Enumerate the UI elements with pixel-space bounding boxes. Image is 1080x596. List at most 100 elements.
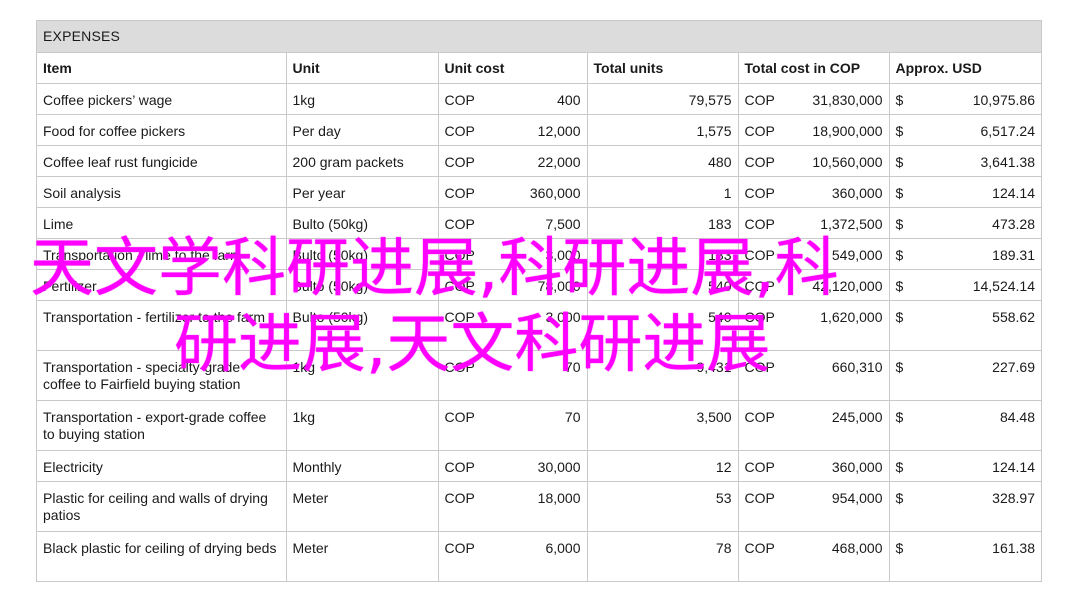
cell-usd: $227.69 xyxy=(889,350,1041,401)
currency-label: COP xyxy=(444,409,475,425)
table-row: Coffee pickers’ wage 1kg COP 400 79,575 COP 31… xyxy=(37,83,1041,115)
cell-usd: $3,641.38 xyxy=(889,145,1041,177)
total-units-value: 1,575 xyxy=(696,123,732,139)
currency-label: COP xyxy=(744,92,775,108)
cell-item: Transportation - fertilizer to the farm xyxy=(37,300,287,351)
header-usd: Approx. USD xyxy=(889,53,1041,84)
cell-total-units: 78 xyxy=(587,531,739,581)
usd-value: 14,524.14 xyxy=(972,278,1035,294)
unit-cost-value: 22,000 xyxy=(537,154,581,170)
currency-label: COP xyxy=(744,540,775,556)
usd-value: 558.62 xyxy=(992,309,1035,325)
cell-total-cost: COP 1,620,000 xyxy=(738,300,890,351)
unit-text: Meter xyxy=(292,540,329,556)
cell-usd: $84.48 xyxy=(889,400,1041,451)
table-row: Lime Bulto (50kg) COP 7,500 183 COP 1,372,500 $… xyxy=(37,207,1041,239)
item-text: Food for coffee pickers xyxy=(43,123,186,139)
currency-label: COP xyxy=(444,123,475,139)
cell-item: Food for coffee pickers xyxy=(37,114,287,146)
item-text: Coffee leaf rust fungicide xyxy=(43,154,198,170)
currency-label: COP xyxy=(744,247,775,263)
table-row: Electricity Monthly COP 30,000 12 COP 360,000 $… xyxy=(37,450,1041,482)
total-units-value: 183 xyxy=(708,247,732,263)
cell-total-units: 53 xyxy=(587,481,739,532)
unit-text: Bulto (50kg) xyxy=(292,278,368,294)
cell-item: Coffee leaf rust fungicide xyxy=(37,145,287,177)
total-units-value: 540 xyxy=(708,278,732,294)
cell-total-units: 12 xyxy=(587,450,739,482)
cell-usd: $6,517.24 xyxy=(889,114,1041,146)
table-row: Transportation - specialty-grade coffee … xyxy=(37,350,1041,401)
dollar-sign: $ xyxy=(895,216,904,232)
cell-usd: $124.14 xyxy=(889,176,1041,208)
cell-unit: 200 gram packets xyxy=(286,145,439,177)
cell-usd: $161.38 xyxy=(889,532,1041,582)
cell-item: Lime xyxy=(37,207,287,239)
total-cost-value: 10,560,000 xyxy=(812,154,883,170)
dollar-sign: $ xyxy=(895,490,904,506)
cell-usd: $10,975.86 xyxy=(889,83,1041,115)
usd-value: 84.48 xyxy=(999,409,1035,425)
table-row: Fertilizer Bulto (50kg) COP 78,000 540 COP 42,… xyxy=(37,269,1041,301)
usd-value: 161.38 xyxy=(992,540,1035,556)
currency-label: COP xyxy=(744,123,775,139)
header-row: Item Unit Unit cost Total units Total co… xyxy=(37,53,1041,84)
currency-label: COP xyxy=(444,490,475,506)
usd-value: 328.97 xyxy=(992,490,1035,506)
total-units-value: 79,575 xyxy=(688,92,732,108)
cell-unit-cost: COP 7,500 xyxy=(438,207,588,239)
cell-total-units: 183 xyxy=(587,238,739,270)
total-cost-value: 468,000 xyxy=(831,540,883,556)
total-units-value: 9,431 xyxy=(696,359,732,375)
currency-label: COP xyxy=(744,185,775,201)
unit-cost-value: 6,000 xyxy=(545,540,581,556)
cell-total-cost: COP 549,000 xyxy=(738,238,890,270)
table-body: Coffee pickers’ wage 1kg COP 400 79,575 COP 31… xyxy=(37,83,1041,582)
dollar-sign: $ xyxy=(895,92,904,108)
cell-unit: Bulto (50kg) xyxy=(286,269,439,301)
currency-label: COP xyxy=(444,92,475,108)
cell-total-units: 3,500 xyxy=(587,400,739,451)
total-units-value: 183 xyxy=(708,216,732,232)
dollar-sign: $ xyxy=(895,359,904,375)
cell-total-cost: COP 954,000 xyxy=(738,481,890,532)
cell-unit: Bulto (50kg) xyxy=(286,300,439,351)
cell-unit: Meter xyxy=(286,531,439,581)
unit-text: 1kg xyxy=(292,359,316,375)
cell-unit: 1kg xyxy=(286,83,439,115)
currency-label: COP xyxy=(744,490,775,506)
item-text: Fertilizer xyxy=(43,278,97,294)
cell-item: Fertilizer xyxy=(37,269,287,301)
dollar-sign: $ xyxy=(895,154,904,170)
cell-total-cost: COP 245,000 xyxy=(738,400,890,451)
cell-total-cost: COP 18,900,000 xyxy=(738,114,890,146)
cell-unit-cost: COP 400 xyxy=(438,83,588,115)
unit-cost-value: 400 xyxy=(557,92,581,108)
item-text: Transportation - export-grade coffee to … xyxy=(43,409,267,442)
total-cost-value: 360,000 xyxy=(831,185,883,201)
cell-total-cost: COP 660,310 xyxy=(738,350,890,401)
cell-total-cost: COP 31,830,000 xyxy=(738,83,890,115)
cell-total-cost: COP 360,000 xyxy=(738,176,890,208)
currency-label: COP xyxy=(444,216,475,232)
total-cost-value: 1,620,000 xyxy=(820,309,883,325)
dollar-sign: $ xyxy=(895,247,904,263)
usd-value: 6,517.24 xyxy=(980,123,1036,139)
header-unit: Unit xyxy=(286,53,439,84)
item-text: Transportation - lime to the farm xyxy=(43,247,242,263)
currency-label: COP xyxy=(744,309,775,325)
expenses-sheet: EXPENSES Item Unit Unit cost Total units… xyxy=(36,20,1042,582)
cell-unit: 1kg xyxy=(286,350,439,401)
header-unit-cost: Unit cost xyxy=(438,53,588,84)
header-item: Item xyxy=(37,53,287,84)
cell-unit-cost: COP 12,000 xyxy=(438,114,588,146)
table-row: Soil analysis Per year COP 360,000 1 COP 360,0… xyxy=(37,176,1041,208)
expenses-table: Item Unit Unit cost Total units Total co… xyxy=(37,53,1041,581)
total-cost-value: 360,000 xyxy=(831,459,883,475)
cell-unit-cost: COP 360,000 xyxy=(438,176,588,208)
item-text: Black plastic for ceiling of drying beds xyxy=(43,540,277,556)
cell-unit-cost: COP 3,000 xyxy=(438,238,588,270)
currency-label: COP xyxy=(744,154,775,170)
item-text: Plastic for ceiling and walls of drying … xyxy=(43,490,268,523)
header-total-cost: Total cost in COP xyxy=(738,53,890,84)
